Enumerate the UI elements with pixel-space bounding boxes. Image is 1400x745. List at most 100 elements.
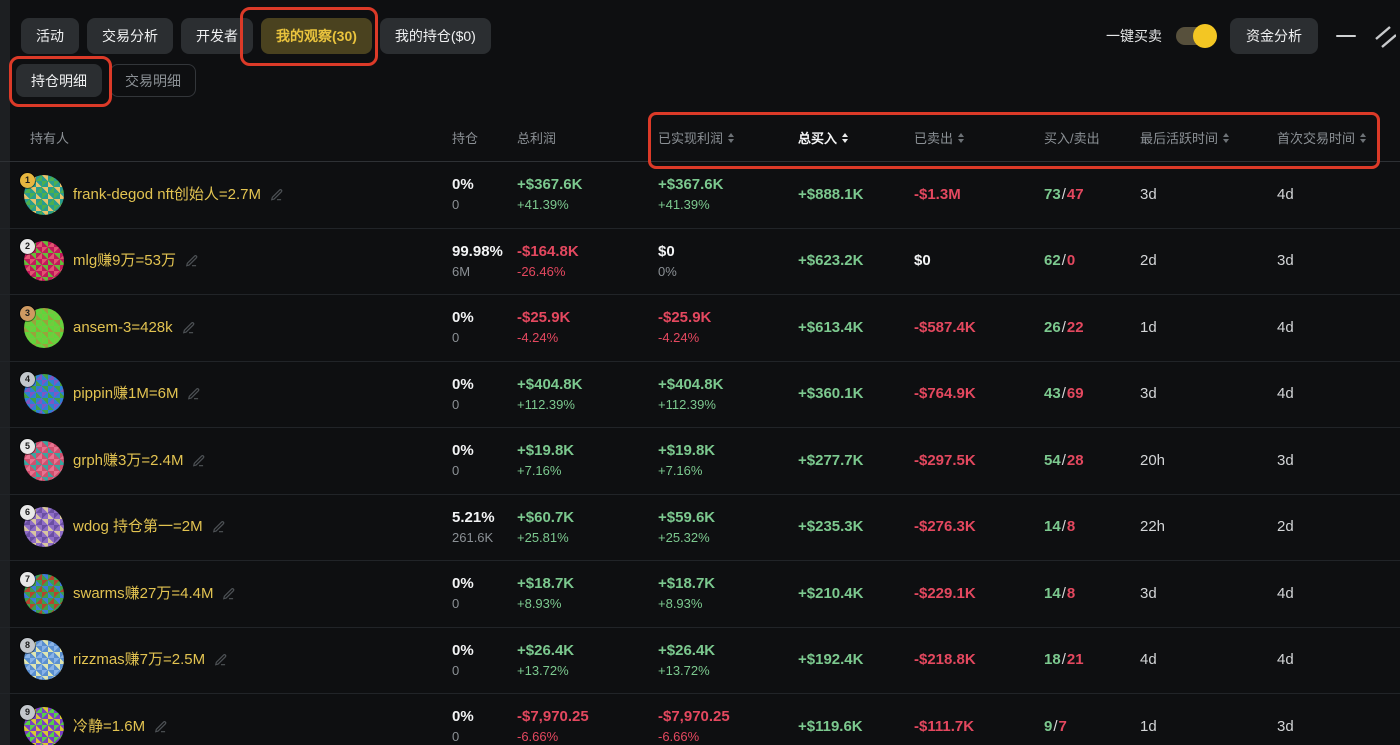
total-buy-value: +$192.4K	[798, 649, 902, 671]
sold-cell: -$297.5K	[902, 450, 1032, 472]
buy-count: 54	[1044, 452, 1061, 469]
holders-table: 持有人持仓总利润已实现利润总买入已卖出买入/卖出最后活跃时间首次交易时间 1fr…	[0, 114, 1400, 745]
total-profit-cell: +$18.7K+8.93%	[505, 573, 646, 614]
edit-name-icon[interactable]	[214, 653, 228, 667]
rank-badge: 5	[20, 439, 35, 454]
total-profit-value: +$19.8K	[517, 440, 646, 462]
tab-my-positions[interactable]: 我的持仓($0)	[380, 18, 491, 54]
total-profit-percent: -4.24%	[517, 329, 646, 348]
realized-profit-cell: -$25.9K-4.24%	[646, 307, 786, 348]
edit-name-icon[interactable]	[212, 520, 226, 534]
table-row[interactable]: 1frank-degod nft创始人=2.7M0%0+$367.6K+41.3…	[0, 162, 1400, 229]
column-header-first-trade[interactable]: 首次交易时间	[1265, 128, 1400, 147]
position-amount: 0	[452, 329, 505, 348]
sell-count: 69	[1067, 385, 1084, 402]
realized-profit-percent: -4.24%	[658, 329, 786, 348]
edit-name-icon[interactable]	[154, 720, 168, 734]
position-amount: 0	[452, 396, 505, 415]
position-percent: 5.21%	[452, 507, 505, 529]
tab-developer[interactable]: 开发者	[181, 18, 253, 54]
table-row[interactable]: 6wdog 持仓第一=2M5.21%261.6K+$60.7K+25.81%+$…	[0, 495, 1400, 562]
sold-value: $0	[914, 250, 1032, 272]
edit-name-icon[interactable]	[187, 387, 201, 401]
total-profit-cell: +$26.4K+13.72%	[505, 640, 646, 681]
buy-count: 26	[1044, 319, 1061, 336]
table-row[interactable]: 8rizzmas赚7万=2.5M0%0+$26.4K+13.72%+$26.4K…	[0, 628, 1400, 695]
first-trade-cell: 2d	[1265, 516, 1400, 538]
table-row[interactable]: 3ansem-3=428k0%0-$25.9K-4.24%-$25.9K-4.2…	[0, 295, 1400, 362]
total-profit-percent: +13.72%	[517, 662, 646, 681]
subtab-position-details[interactable]: 持仓明细	[16, 64, 102, 97]
one-click-trade-label: 一键买卖	[1106, 26, 1162, 46]
last-active-cell: 3d	[1128, 383, 1265, 405]
subtab-trade-details[interactable]: 交易明细	[110, 64, 196, 97]
edit-name-icon[interactable]	[222, 587, 236, 601]
sell-count: 8	[1067, 518, 1075, 535]
position-cell: 0%0	[440, 307, 505, 348]
column-header-realized-profit[interactable]: 已实现利润	[646, 128, 786, 147]
position-amount: 0	[452, 662, 505, 681]
sell-count: 28	[1067, 452, 1084, 469]
holder-name: frank-degod nft创始人=2.7M	[73, 184, 261, 206]
total-buy-value: +$613.4K	[798, 317, 902, 339]
edit-name-icon[interactable]	[270, 188, 284, 202]
holder-avatar: 4	[24, 374, 64, 414]
holder-cell: 2mlg赚9万=53万	[24, 241, 440, 281]
total-buy-cell: +$119.6K	[786, 716, 902, 738]
table-row[interactable]: 2mlg赚9万=53万99.98%6M-$164.8K-26.46%$00%+$…	[0, 229, 1400, 296]
sort-down-arrow	[1223, 139, 1229, 143]
sold-cell: -$229.1K	[902, 583, 1032, 605]
rank-badge: 1	[20, 173, 35, 188]
one-click-trade-toggle[interactable]	[1176, 27, 1216, 45]
edit-name-icon[interactable]	[192, 454, 206, 468]
total-profit-cell: +$60.7K+25.81%	[505, 507, 646, 548]
last-active-cell: 4d	[1128, 649, 1265, 671]
first-trade-cell: 4d	[1265, 583, 1400, 605]
total-buy-cell: +$613.4K	[786, 317, 902, 339]
holder-avatar: 7	[24, 574, 64, 614]
holder-avatar: 8	[24, 640, 64, 680]
holder-cell: 7swarms赚27万=4.4M	[24, 574, 440, 614]
first-trade-cell: 4d	[1265, 383, 1400, 405]
realized-profit-cell: +$367.6K+41.39%	[646, 174, 786, 215]
tab-my-watchlist[interactable]: 我的观察(30)	[261, 18, 372, 54]
column-label: 买入/卖出	[1044, 128, 1100, 147]
table-row[interactable]: 5grph赚3万=2.4M0%0+$19.8K+7.16%+$19.8K+7.1…	[0, 428, 1400, 495]
edit-name-icon[interactable]	[182, 321, 196, 335]
table-row[interactable]: 9冷静=1.6M0%0-$7,970.25-6.66%-$7,970.25-6.…	[0, 694, 1400, 745]
fund-analysis-button[interactable]: 资金分析	[1230, 18, 1318, 54]
total-buy-value: +$119.6K	[798, 716, 902, 738]
holder-avatar: 6	[24, 507, 64, 547]
last-active-cell: 22h	[1128, 516, 1265, 538]
realized-profit-cell: $00%	[646, 241, 786, 282]
total-profit-value: +$404.8K	[517, 374, 646, 396]
column-header-sold[interactable]: 已卖出	[902, 128, 1032, 147]
edit-name-icon[interactable]	[185, 254, 199, 268]
table-header-row: 持有人持仓总利润已实现利润总买入已卖出买入/卖出最后活跃时间首次交易时间	[0, 114, 1400, 162]
sell-count: 22	[1067, 319, 1084, 336]
column-label: 已实现利润	[658, 128, 723, 147]
column-label: 最后活跃时间	[1140, 128, 1218, 147]
position-amount: 261.6K	[452, 529, 505, 548]
sort-icon	[1360, 133, 1366, 143]
table-row[interactable]: 7swarms赚27万=4.4M0%0+$18.7K+8.93%+$18.7K+…	[0, 561, 1400, 628]
holder-cell: 4pippin赚1M=6M	[24, 374, 440, 414]
position-cell: 0%0	[440, 374, 505, 415]
buy-sell-count-cell: 18/21	[1032, 649, 1128, 671]
column-header-last-active[interactable]: 最后活跃时间	[1128, 128, 1265, 147]
column-header-total-buy[interactable]: 总买入	[786, 128, 902, 147]
tab-activity[interactable]: 活动	[21, 18, 79, 54]
tab-trade-analysis[interactable]: 交易分析	[87, 18, 173, 54]
total-profit-percent: +112.39%	[517, 396, 646, 415]
realized-profit-percent: +41.39%	[658, 196, 786, 215]
table-row[interactable]: 4pippin赚1M=6M0%0+$404.8K+112.39%+$404.8K…	[0, 362, 1400, 429]
subtab-group: 持仓明细交易明细	[16, 64, 196, 97]
minimize-icon[interactable]	[1336, 35, 1356, 37]
column-label: 总利润	[517, 128, 556, 147]
total-buy-value: +$277.7K	[798, 450, 902, 472]
column-header-holder: 持有人	[24, 128, 440, 147]
resize-icon[interactable]	[1374, 23, 1396, 49]
realized-profit-percent: +25.32%	[658, 529, 786, 548]
total-profit-cell: +$19.8K+7.16%	[505, 440, 646, 481]
total-profit-value: +$60.7K	[517, 507, 646, 529]
